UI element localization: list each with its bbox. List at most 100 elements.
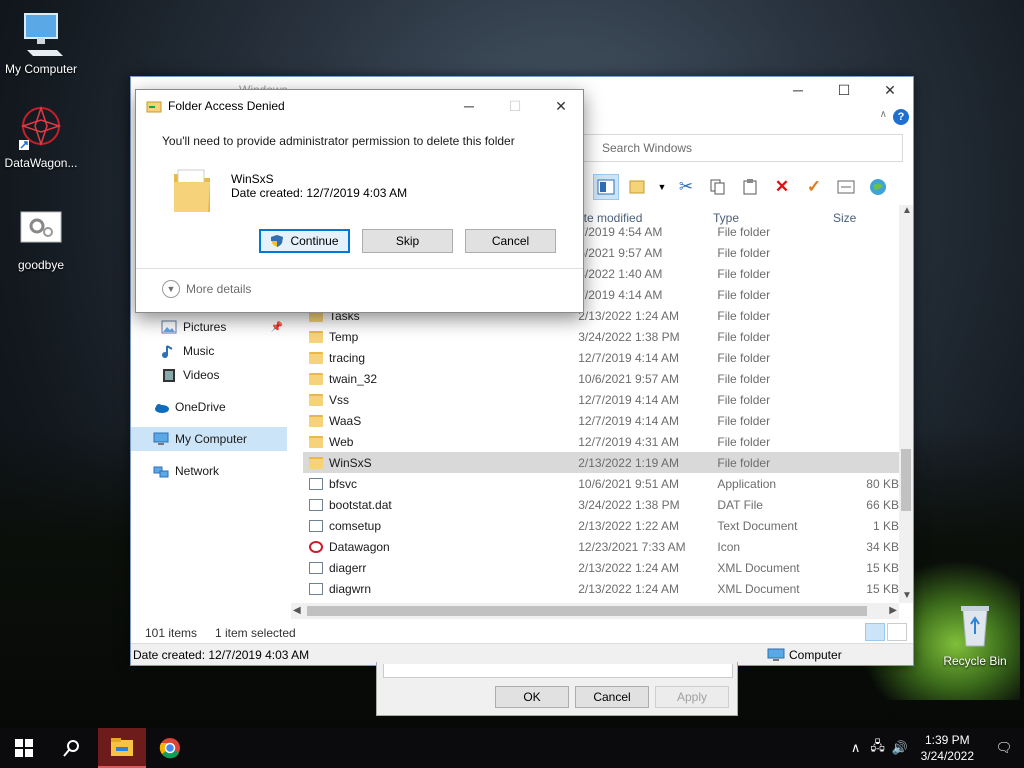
properties-panel	[383, 664, 733, 678]
scroll-left-icon[interactable]: ◀	[293, 605, 301, 616]
table-row[interactable]: Vss 12/7/2019 4:14 AM File folder	[303, 389, 899, 410]
access-denied-dialog: Folder Access Denied ─ ☐ ✕ You'll need t…	[135, 89, 584, 313]
delete-icon[interactable]: ✕	[769, 174, 795, 200]
ok-button[interactable]: OK	[495, 686, 569, 708]
table-row[interactable]: Datawagon 12/23/2021 7:33 AM Icon 34 KB	[303, 536, 899, 557]
table-row[interactable]: twain_32 10/6/2021 9:57 AM File folder	[303, 368, 899, 389]
desktop-icon-label: My Computer	[4, 62, 78, 76]
show-hidden-icons-icon[interactable]: ∧	[845, 740, 867, 756]
desktop-icon-my-computer[interactable]: My Computer	[0, 10, 82, 76]
table-row[interactable]: Temp 3/24/2022 1:38 PM File folder	[303, 326, 899, 347]
copy-icon[interactable]	[705, 174, 731, 200]
nav-item-my-computer[interactable]: My Computer	[131, 427, 287, 451]
table-row[interactable]: bfsvc 10/6/2021 9:51 AM Application 80 KB	[303, 473, 899, 494]
desktop-icon-label: goodbye	[17, 258, 65, 272]
details-date-created: Date created: 12/7/2019 4:03 AM	[133, 647, 310, 662]
desktop-icon-recycle-bin[interactable]: Recycle Bin	[934, 602, 1016, 668]
desktop-icon-goodbye[interactable]: goodbye	[0, 206, 82, 272]
properties-dialog: OK Cancel Apply	[376, 662, 738, 716]
xml-document-icon	[309, 582, 323, 595]
table-row[interactable]: bootstat.dat 3/24/2022 1:38 PM DAT File 66 …	[303, 494, 899, 515]
globe-icon[interactable]	[865, 174, 891, 200]
item-count: 101 items	[145, 626, 198, 640]
vertical-scrollbar[interactable]: ▲ ▼	[899, 205, 913, 603]
desktop-icon-datawagon[interactable]: DataWagon...	[0, 104, 82, 170]
datawagon-icon	[17, 104, 65, 152]
folder-icon	[309, 393, 323, 406]
nav-item-onedrive[interactable]: OneDrive	[131, 395, 287, 419]
close-button[interactable]: ✕	[867, 77, 913, 103]
gear-document-icon	[17, 206, 65, 254]
dropdown-chevron-icon[interactable]: ▼	[657, 174, 667, 200]
clock-date: 3/24/2022	[920, 749, 974, 763]
table-row-selected[interactable]: WinSxS 2/13/2022 1:19 AM File folder	[303, 452, 899, 473]
apply-button[interactable]: Apply	[655, 686, 729, 708]
table-row[interactable]: diagwrn 2/13/2022 1:24 AM XML Document 15 K…	[303, 578, 899, 599]
help-icon[interactable]: ?	[893, 109, 909, 125]
pin-icon[interactable]: 📌	[271, 322, 283, 333]
search-button[interactable]	[48, 728, 96, 768]
nav-item-videos[interactable]: Videos	[131, 363, 287, 387]
cancel-button[interactable]: Cancel	[465, 229, 556, 253]
scroll-down-icon[interactable]: ▼	[902, 590, 912, 601]
horizontal-scroll-thumb[interactable]	[307, 606, 867, 616]
network-status-icon[interactable]: 🖧	[867, 737, 889, 759]
cancel-button[interactable]: Cancel	[575, 686, 649, 708]
table-row[interactable]: tracing 12/7/2019 4:14 AM File folder	[303, 347, 899, 368]
table-row[interactable]: WaaS 12/7/2019 4:14 AM File folder	[303, 410, 899, 431]
large-icons-view-icon[interactable]	[887, 623, 907, 641]
start-button[interactable]	[0, 728, 48, 768]
paste-icon[interactable]	[737, 174, 763, 200]
computer-icon	[767, 648, 785, 661]
nav-item-network[interactable]: Network	[131, 459, 287, 483]
volume-icon[interactable]: 🔊	[889, 740, 911, 756]
cut-icon[interactable]: ✂	[673, 174, 699, 200]
minimize-button[interactable]: ─	[775, 77, 821, 103]
navigation-pane: Pictures 📌 Music Videos OneDrive My Compu…	[131, 315, 287, 483]
scroll-up-icon[interactable]: ▲	[902, 205, 912, 216]
taskbar: ∧ 🖧 🔊 1:39 PM 3/24/2022 🗨	[0, 728, 1024, 768]
notifications-icon[interactable]: 🗨	[984, 740, 1024, 756]
search-input[interactable]: Search Windows	[577, 134, 903, 162]
computer-icon	[153, 432, 169, 445]
windows-logo-icon	[15, 739, 33, 757]
clock[interactable]: 1:39 PM 3/24/2022	[921, 732, 974, 764]
more-details-toggle[interactable]: ▼ More details	[162, 280, 251, 298]
nav-item-music[interactable]: Music	[131, 339, 287, 363]
status-bar: 101 items 1 item selected	[131, 623, 913, 643]
taskbar-chrome[interactable]	[146, 728, 194, 768]
horizontal-scrollbar[interactable]: ◀ ▶	[291, 603, 899, 619]
application-icon	[309, 477, 323, 490]
minimize-button[interactable]: ─	[446, 90, 492, 122]
folder-name: WinSxS	[231, 172, 274, 186]
rename-check-icon[interactable]: ✓	[801, 174, 827, 200]
preview-pane-icon[interactable]	[593, 174, 619, 200]
network-icon	[153, 466, 169, 478]
nav-item-pictures[interactable]: Pictures 📌	[131, 315, 287, 339]
properties-icon[interactable]	[833, 174, 859, 200]
close-button[interactable]: ✕	[538, 90, 584, 122]
skip-button[interactable]: Skip	[362, 229, 453, 253]
chevron-down-icon: ▼	[162, 280, 180, 298]
folder-icon	[309, 414, 323, 427]
ribbon-collapse-icon[interactable]: ∧	[880, 109, 887, 120]
more-details-label: More details	[186, 282, 252, 296]
details-view-icon[interactable]	[865, 623, 885, 641]
table-row[interactable]: comsetup 2/13/2022 1:22 AM Text Document 1 …	[303, 515, 899, 536]
folder-date-created: Date created: 12/7/2019 4:03 AM	[231, 186, 408, 200]
folder-icon	[309, 435, 323, 448]
continue-button[interactable]: Continue	[259, 229, 350, 253]
explorer-toolbar: ▼ ✂ ✕ ✓	[593, 173, 913, 201]
table-row[interactable]: Web 12/7/2019 4:31 AM File folder	[303, 431, 899, 452]
folder-icon	[309, 351, 323, 364]
new-item-icon[interactable]	[625, 174, 651, 200]
taskbar-file-explorer[interactable]	[98, 728, 146, 768]
scroll-right-icon[interactable]: ▶	[889, 605, 897, 616]
datawagon-file-icon	[309, 540, 323, 553]
maximize-button[interactable]: ☐	[821, 77, 867, 103]
system-tray: ∧ 🖧 🔊 1:39 PM 3/24/2022 🗨	[845, 728, 1024, 768]
vertical-scroll-thumb[interactable]	[901, 449, 911, 511]
details-location: Computer	[767, 648, 842, 662]
recycle-bin-icon	[951, 602, 999, 650]
table-row[interactable]: diagerr 2/13/2022 1:24 AM XML Document 15 K…	[303, 557, 899, 578]
